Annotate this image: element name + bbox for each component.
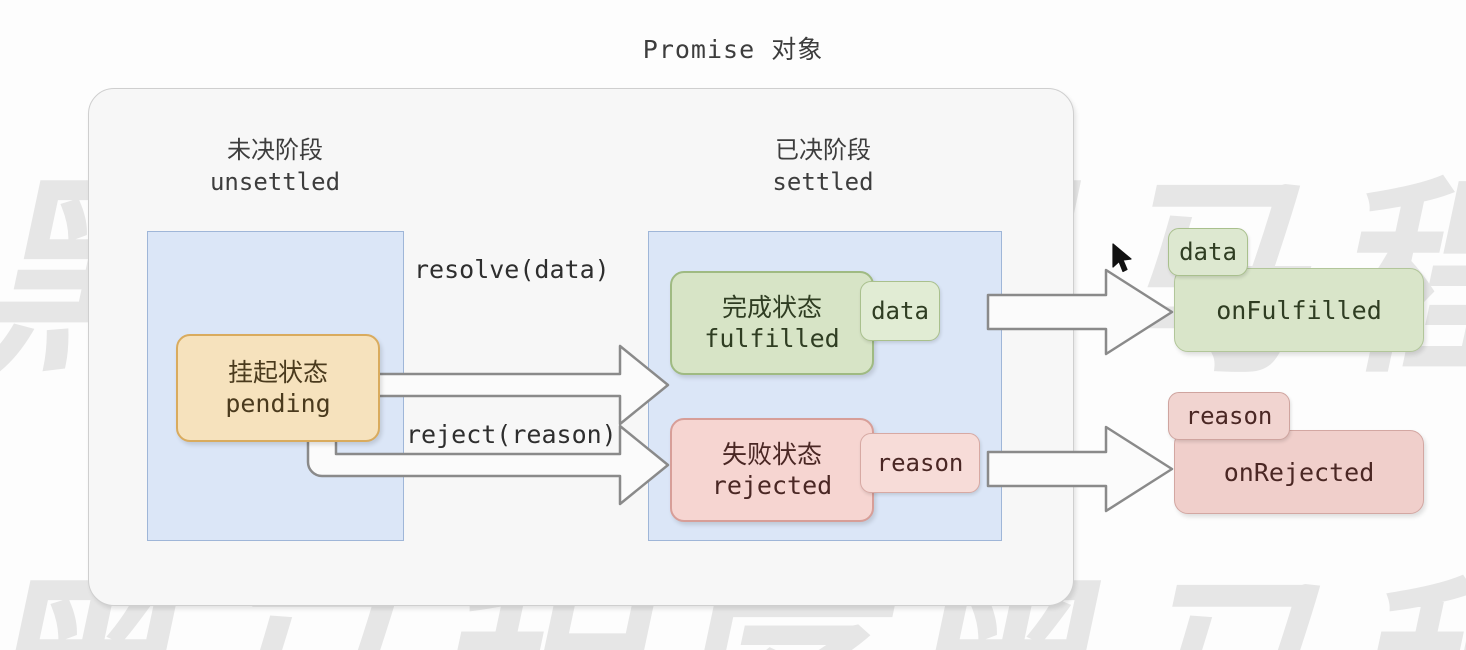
resolve-transition-label: resolve(data) [414,255,610,284]
reject-transition-label: reject(reason) [406,420,617,449]
phase-caption-settled-cn: 已决阶段 [775,136,871,164]
value-chip-reason-rejected[interactable]: reason [860,433,980,493]
state-rejected-en: rejected [711,471,833,500]
state-pending-en: pending [225,389,331,418]
value-chip-reason-handler[interactable]: reason [1168,392,1290,440]
value-chip-data-fulfilled[interactable]: data [860,281,940,341]
state-rejected-cn: 失败状态 [721,439,822,469]
mouse-pointer-icon [1112,243,1132,273]
state-pending[interactable]: 挂起状态 pending [176,334,380,442]
state-rejected[interactable]: 失败状态 rejected [670,418,874,522]
handler-on-fulfilled[interactable]: onFulfilled [1174,268,1424,352]
diagram-canvas: 黑马程序 黑马程序 黑马程序 黑马程序 Promise 对象 未决阶段 unse… [0,0,1466,650]
state-fulfilled-en: fulfilled [704,324,840,353]
phase-caption-unsettled-en: unsettled [209,168,341,197]
state-fulfilled-cn: 完成状态 [721,292,822,322]
phase-caption-settled-en: settled [772,168,874,197]
handler-on-rejected[interactable]: onRejected [1174,430,1424,514]
phase-caption-settled: 已决阶段 settled [648,134,998,199]
phase-caption-unsettled-cn: 未决阶段 [227,136,323,164]
phase-caption-unsettled: 未决阶段 unsettled [150,134,400,199]
diagram-title: Promise 对象 [642,35,824,64]
state-fulfilled[interactable]: 完成状态 fulfilled [670,271,874,375]
value-chip-data-handler[interactable]: data [1168,228,1248,276]
state-pending-cn: 挂起状态 [227,357,328,387]
